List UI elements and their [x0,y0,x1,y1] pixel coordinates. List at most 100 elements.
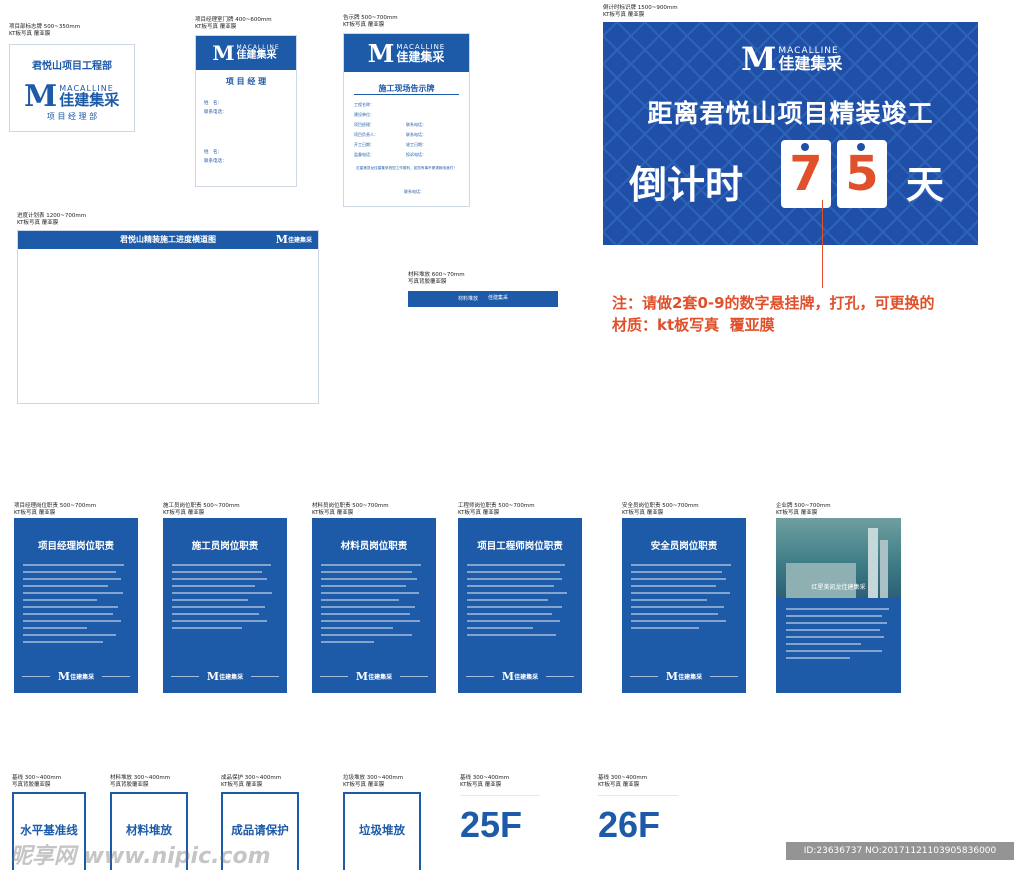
material-strip: 材料堆放 佳建集采 [408,291,558,307]
notice-fields-right: 联系电话： 联系电话： 竣工日期： 投诉电话： [406,120,426,160]
spec-floor-2: 基线 300~400mm KT板写真 覆亚膜 [598,775,648,788]
small-sign: 垃圾堆放 [343,792,421,870]
logo-m: M [275,233,288,246]
macalline-logo: M MACALLINE 佳建集采 [24,79,119,114]
countdown-panel: M MACALLINE 佳建集采 距离君悦山项目精装竣工 倒计时 7 5 天 [603,22,978,245]
duty-text-lines [631,564,737,634]
callout-line [822,200,823,288]
digit-text: 7 [789,146,823,202]
field-label: 项目负责人： [354,132,378,137]
duty-title: 项目工程师岗位职责 [477,541,563,552]
spec-floor-1: 基线 300~400mm KT板写真 覆亚膜 [460,775,510,788]
digit-text: 5 [845,146,879,202]
countdown-line1: 距离君悦山项目精装竣工 [647,99,934,128]
hang-hole [801,143,809,151]
field-label: 工程名称： [354,102,374,107]
duty-text-lines [23,564,129,648]
logo-m: M [355,670,369,683]
dept-sign-subtitle: 项 目 经 理 部 [46,112,98,121]
spec-notice: 告示牌 500~700mm KT板写真 覆亚膜 [343,15,398,28]
field-label: 开工日期： [354,142,374,147]
dept-sign-panel: 君悦山项目工程部 M MACALLINE 佳建集采 项 目 经 理 部 [9,44,135,132]
countdown-suffix: 天 [906,163,945,207]
building-shape [786,563,856,598]
duty-card: 项目工程师岗位职责 M 佳建集采 [458,518,582,693]
logo-cn: 佳建集采 [219,674,244,681]
field-label: 联系电话： [406,132,426,137]
duty-text-lines [172,564,278,634]
notice-warning: 红星美凯龙佳建集采祝您工作顺利，如您有事不便请致电我们！ [356,166,457,170]
duty-title: 安全员岗位职责 [650,541,718,552]
progress-header: 君悦山精装施工进度横道图 M 佳建集采 [18,231,318,249]
dept-sign-title: 君悦山项目工程部 [32,61,112,72]
small-sign-text: 垃圾堆放 [359,823,405,837]
logo-m: M [501,670,515,683]
duty-card: 施工员岗位职责 M 佳建集采 [163,518,287,693]
logo-m: M [206,670,220,683]
spec-duty-4: 工程师岗位职责 500~700mm KT板写真 覆亚膜 [458,503,535,516]
field-label: 联系电话： [204,159,227,164]
countdown-prefix: 倒计时 [629,163,744,207]
duty-footer: M 佳建集采 [163,670,287,683]
company-text-lines [786,608,893,664]
duty-footer: M 佳建集采 [458,670,582,683]
field-label: 姓 名： [204,101,222,106]
small-sign-text: 水平基准线 [20,823,78,837]
spec-small-2: 材料堆放 300~400mm 写真背胶覆亚膜 [110,775,171,788]
logo-cn: 佳建集采 [368,674,393,681]
logo-m: M [24,79,58,114]
field-label: 姓 名： [204,150,222,155]
duty-title: 施工员岗位职责 [191,541,259,552]
spec-small-1: 基线 300~400mm 写真背胶覆亚膜 [12,775,62,788]
floor-number: 25F [460,804,523,845]
duty-title: 材料员岗位职责 [340,541,408,552]
logo-cn: 佳建集采 [287,237,312,244]
duty-card: 项目经理岗位职责 M 佳建集采 [14,518,138,693]
company-panel: 红星美凯龙佳建集采 [776,518,901,693]
watermark-left: 昵享网 www.nipic.com [10,844,271,869]
logo-cn: 佳建集采 [778,53,843,73]
divider [354,94,459,95]
notice-fields: 工程名称： 建设单位： 项目经理： 项目负责人： 开工日期： 监督电话： [354,100,378,160]
office-sign-panel: M MACALLINE 佳建集采 项 目 经 理 姓 名： 联系电话： 姓 名：… [195,35,297,187]
logo-cn: 佳建集采 [396,49,445,64]
material-strip-text: 材料堆放 [458,296,479,302]
notice-panel: M MACALLINE 佳建集采 施工现场告示牌 工程名称： 建设单位： 项目经… [343,33,470,207]
duty-card: 安全员岗位职责 M 佳建集采 [622,518,746,693]
macalline-logo: M 佳建集采 [276,233,312,246]
material-strip-logo: 佳建集采 [488,295,509,301]
spec-small-4: 垃圾堆放 300~400mm KT板写真 覆亚膜 [343,775,404,788]
spec-duty-1: 项目经理岗位职责 500~700mm KT板写真 覆亚膜 [14,503,97,516]
duty-text-lines [467,564,573,641]
small-sign-text: 材料堆放 [126,823,172,837]
logo-cn: 佳建集采 [59,91,120,109]
notice-sign: 联系电话： [404,189,424,194]
duty-footer: M 佳建集采 [14,670,138,683]
office-sign-header: M MACALLINE 佳建集采 [196,36,296,70]
spec-progress: 进度计划表 1200~700mm KT板写真 覆亚膜 [17,213,87,226]
field-label: 联系电话： [406,122,426,127]
hang-hole [857,143,865,151]
duty-card: 材料员岗位职责 M 佳建集采 [312,518,436,693]
spec-duty-3: 材料员岗位职责 500~700mm KT板写真 覆亚膜 [312,503,389,516]
duty-footer: M 佳建集采 [312,670,436,683]
logo-m: M [57,670,71,683]
logo-m: M [665,670,679,683]
office-field-name: 姓 名： [204,100,264,106]
notice-heading: 施工现场告示牌 [378,84,435,93]
small-sign-text: 成品请保护 [231,823,289,837]
logo-cn: 佳建集采 [70,674,95,681]
watermark-id: ID:23636737 NO:20171121103905836000 [786,842,1014,860]
field-label: 监督电话： [354,152,374,157]
spec-office-sign: 项目经理室门牌 400~600mm KT板写真 覆亚膜 [195,17,272,30]
field-label: 建设单位： [354,112,374,117]
field-label: 联系电话： [204,110,227,115]
logo-cn: 佳建集采 [514,674,539,681]
progress-panel: 君悦山精装施工进度横道图 M 佳建集采 [17,230,319,404]
company-caption: 红星美凯龙佳建集采 [811,584,866,591]
duty-title: 项目经理岗位职责 [37,541,114,552]
office-field-phone: 联系电话： [204,109,227,115]
progress-title: 君悦山精装施工进度横道图 [120,235,216,244]
logo-m: M [741,40,777,78]
field-label: 竣工日期： [406,142,426,147]
